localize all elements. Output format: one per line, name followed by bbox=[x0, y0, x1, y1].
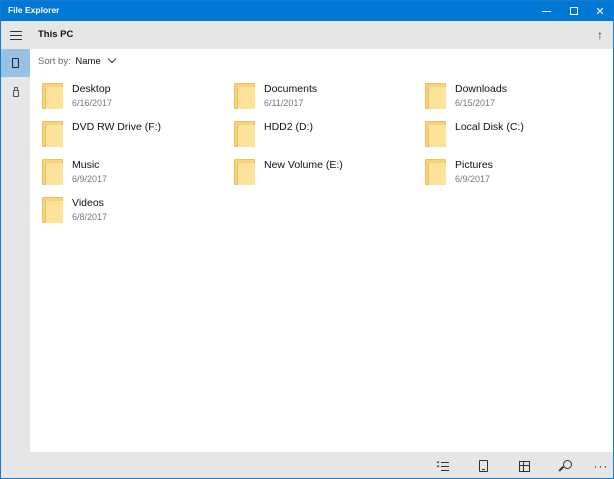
folder-item[interactable]: HDD2 (D:) bbox=[230, 119, 410, 153]
item-date: 6/15/2017 bbox=[455, 98, 496, 108]
item-name: Videos bbox=[72, 197, 104, 209]
maximize-button[interactable] bbox=[560, 1, 588, 21]
select-button[interactable] bbox=[432, 456, 454, 476]
folder-icon bbox=[42, 197, 63, 223]
folder-item[interactable]: Documents 6/11/2017 bbox=[230, 81, 410, 115]
chevron-down-icon bbox=[108, 54, 117, 64]
preview-pane-button[interactable] bbox=[472, 456, 494, 476]
folder-icon bbox=[425, 159, 446, 185]
folder-icon bbox=[42, 121, 63, 147]
item-name: HDD2 (D:) bbox=[264, 121, 313, 133]
folder-item[interactable]: Pictures 6/9/2017 bbox=[421, 157, 601, 191]
folder-item[interactable]: Music 6/9/2017 bbox=[38, 157, 218, 191]
item-date: 6/9/2017 bbox=[72, 174, 108, 184]
item-name: Documents bbox=[264, 83, 318, 95]
item-name: Downloads bbox=[455, 83, 507, 95]
file-explorer-window: File Explorer ✕ This PC ↑ Sort by: Name bbox=[0, 0, 614, 479]
rail-item-this-pc[interactable] bbox=[1, 49, 30, 77]
search-icon bbox=[557, 459, 572, 473]
command-bar: ··· bbox=[30, 452, 613, 478]
hamburger-menu-icon bbox=[9, 30, 22, 40]
maximize-icon bbox=[570, 7, 578, 15]
close-icon: ✕ bbox=[595, 5, 605, 18]
folder-icon bbox=[425, 83, 446, 109]
up-button[interactable]: ↑ bbox=[590, 25, 610, 45]
folder-icon bbox=[42, 159, 63, 185]
item-name: Local Disk (C:) bbox=[455, 121, 524, 133]
folder-item[interactable]: Videos 6/8/2017 bbox=[38, 195, 218, 229]
title-bar[interactable]: File Explorer ✕ bbox=[1, 1, 613, 21]
folder-item[interactable]: Local Disk (C:) bbox=[421, 119, 601, 153]
minimize-button[interactable] bbox=[532, 1, 560, 21]
grid-view-button[interactable] bbox=[513, 456, 535, 476]
folder-item[interactable]: Desktop 6/16/2017 bbox=[38, 81, 218, 115]
usb-drive-icon bbox=[12, 87, 19, 97]
folder-item[interactable]: DVD RW Drive (F:) bbox=[38, 119, 218, 153]
window-title: File Explorer bbox=[8, 5, 60, 15]
close-button[interactable]: ✕ bbox=[586, 1, 613, 21]
item-date: 6/11/2017 bbox=[264, 98, 304, 108]
folder-icon bbox=[234, 121, 255, 147]
arrow-up-icon: ↑ bbox=[597, 28, 603, 42]
item-name: DVD RW Drive (F:) bbox=[72, 121, 162, 133]
folder-icon bbox=[42, 83, 63, 109]
page-title: This PC bbox=[38, 29, 74, 40]
folder-icon bbox=[234, 159, 255, 185]
hamburger-menu-button[interactable] bbox=[1, 21, 30, 49]
item-date: 6/8/2017 bbox=[72, 212, 108, 222]
minimize-icon bbox=[541, 10, 551, 12]
select-list-icon bbox=[436, 460, 449, 471]
navigation-rail bbox=[1, 21, 30, 478]
sort-label: Sort by: bbox=[38, 56, 71, 67]
preview-pane-icon bbox=[478, 460, 488, 472]
item-name: Pictures bbox=[455, 159, 493, 171]
item-name: Music bbox=[72, 159, 100, 171]
folder-icon bbox=[234, 83, 255, 109]
item-name: New Volume (E:) bbox=[264, 159, 343, 171]
item-name: Desktop bbox=[72, 83, 111, 95]
location-header: This PC ↑ bbox=[30, 21, 613, 49]
item-date: 6/16/2017 bbox=[72, 98, 113, 108]
rail-item-usb-drive[interactable] bbox=[1, 78, 30, 106]
more-icon: ··· bbox=[593, 459, 609, 473]
this-pc-icon bbox=[12, 58, 19, 68]
item-date: 6/9/2017 bbox=[455, 174, 491, 184]
sort-dropdown[interactable]: Sort by: Name bbox=[38, 54, 117, 67]
more-button[interactable]: ··· bbox=[590, 456, 612, 476]
folder-item[interactable]: New Volume (E:) bbox=[230, 157, 410, 191]
sort-value: Name bbox=[75, 56, 101, 67]
folder-item[interactable]: Downloads 6/15/2017 bbox=[421, 81, 601, 115]
search-button[interactable] bbox=[554, 456, 576, 476]
folder-icon bbox=[425, 121, 446, 147]
grid-view-icon bbox=[518, 460, 530, 472]
